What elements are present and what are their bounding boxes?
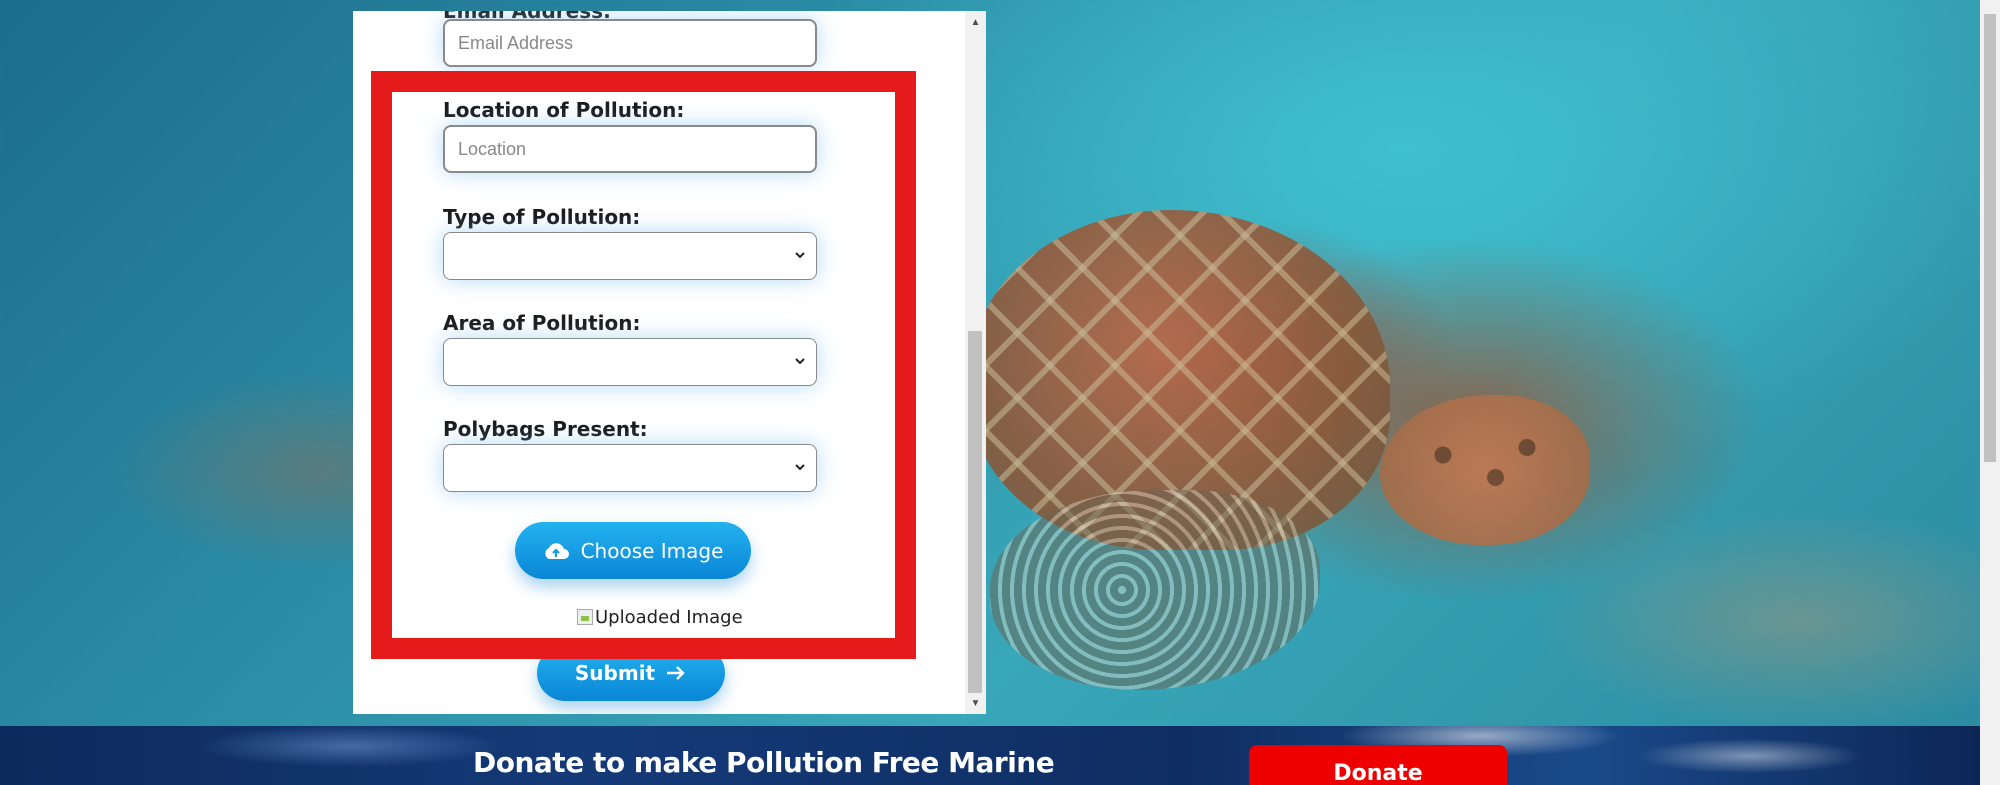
arrow-right-icon	[667, 666, 685, 680]
location-label: Location of Pollution:	[443, 98, 685, 122]
form-scrollbar[interactable]: ▲ ▼	[965, 11, 986, 714]
choose-image-button[interactable]: Choose Image	[515, 522, 751, 579]
uploaded-image-alt-text: Uploaded Image	[595, 606, 743, 628]
chevron-down-icon	[795, 464, 805, 471]
pollution-type-label: Type of Pollution:	[443, 205, 641, 229]
pollution-area-label: Area of Pollution:	[443, 311, 641, 335]
location-input[interactable]	[443, 125, 817, 173]
report-form-panel: Email Address: Location of Pollution: Ty…	[353, 11, 986, 714]
submit-label: Submit	[574, 661, 656, 685]
donate-banner-text: Donate to make Pollution Free Marine	[473, 746, 1055, 779]
polybags-select[interactable]	[443, 444, 817, 492]
uploaded-image: Uploaded Image	[577, 605, 743, 629]
cloud-upload-icon	[544, 542, 569, 559]
chevron-down-icon	[795, 358, 805, 365]
choose-image-label: Choose Image	[580, 538, 724, 563]
scroll-down-arrow-icon[interactable]: ▼	[965, 694, 986, 712]
pollution-area-select[interactable]	[443, 338, 817, 386]
broken-image-icon	[577, 609, 593, 625]
polybags-label: Polybags Present:	[443, 417, 648, 441]
scroll-up-arrow-icon[interactable]: ▲	[965, 13, 986, 31]
submit-button[interactable]: Submit	[537, 645, 725, 701]
background-turtle-head	[1380, 395, 1590, 545]
page-scrollbar-thumb[interactable]	[1984, 14, 1996, 462]
chevron-down-icon	[795, 252, 805, 259]
page-scrollbar[interactable]	[1980, 0, 2000, 785]
email-input[interactable]	[443, 19, 817, 67]
donate-button[interactable]: Donate	[1249, 745, 1507, 785]
pollution-type-select[interactable]	[443, 232, 817, 280]
donate-banner: Donate to make Pollution Free Marine Don…	[0, 726, 1980, 785]
form-scrollbar-thumb[interactable]	[968, 331, 982, 693]
background-turtle-flipper	[990, 490, 1320, 690]
